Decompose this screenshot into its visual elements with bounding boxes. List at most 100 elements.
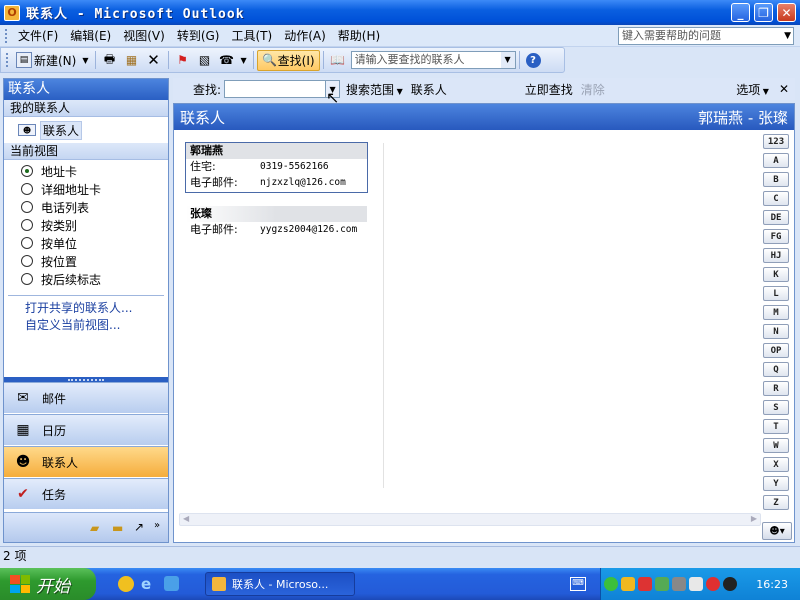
radio-icon[interactable] — [21, 201, 33, 213]
alphabet-index-button[interactable]: K — [763, 267, 789, 282]
alphabet-index-button[interactable]: L — [763, 286, 789, 301]
view-option-detailed-cards[interactable]: 详细地址卡 — [4, 180, 168, 198]
find-button[interactable]: 🔍 查找(I) — [256, 49, 320, 71]
dial-dropdown-button[interactable]: ▼ — [238, 50, 250, 70]
clock[interactable]: 16:23 — [756, 578, 788, 591]
alphabet-index-button[interactable]: Y — [763, 476, 789, 491]
contact-search-box[interactable]: 请输入要查找的联系人 ▼ — [350, 51, 516, 69]
print-button[interactable]: 🖶 — [99, 50, 121, 70]
volume-icon[interactable] — [723, 577, 737, 591]
tray-app-icon[interactable] — [706, 577, 720, 591]
view-option-by-location[interactable]: 按位置 — [4, 252, 168, 270]
alphabet-index-button[interactable]: B — [763, 172, 789, 187]
contact-card[interactable]: 郭瑞燕 住宅: 0319-5562166 电子邮件: njzxzlq@126.com — [185, 142, 368, 193]
alphabet-index-button[interactable]: Z — [763, 495, 789, 510]
contacts-folder-item[interactable]: ☻ 联系人 — [4, 117, 168, 143]
shortcuts-icon[interactable]: ↗ — [134, 520, 144, 534]
scroll-right-arrow-icon[interactable]: ▶ — [751, 514, 757, 523]
options-button[interactable]: 选项 ▼ — [736, 81, 769, 98]
start-button[interactable]: 开始 — [0, 568, 96, 600]
help-button[interactable]: ? — [523, 50, 544, 70]
radio-icon[interactable] — [21, 237, 33, 249]
alphabet-index-button[interactable]: R — [763, 381, 789, 396]
tray-app-icon[interactable] — [655, 577, 669, 591]
horizontal-scrollbar[interactable]: ◀ ▶ — [179, 513, 761, 526]
view-option-by-category[interactable]: 按类别 — [4, 216, 168, 234]
menu-view[interactable]: 视图(V) — [117, 26, 171, 46]
chevron-down-icon[interactable]: ▼ — [784, 28, 791, 44]
address-book-button[interactable]: 📖 — [327, 50, 349, 70]
restore-button[interactable]: ❐ — [754, 3, 773, 22]
minimize-button[interactable]: _ — [731, 3, 750, 22]
open-shared-contacts-link[interactable]: 打开共享的联系人... — [4, 300, 168, 317]
notes-icon[interactable]: ▰ — [90, 521, 99, 535]
keyboard-icon[interactable]: ⌨ — [570, 577, 586, 591]
configure-buttons-icon[interactable]: » — [154, 520, 160, 531]
alphabet-index-button[interactable]: W — [763, 438, 789, 453]
alphabet-index-button[interactable]: N — [763, 324, 789, 339]
letter-button[interactable]: ▧ — [194, 50, 216, 70]
close-button[interactable]: ✕ — [777, 3, 796, 22]
delete-button[interactable]: ✕ — [143, 50, 165, 70]
find-input[interactable]: ▼ — [224, 80, 341, 98]
alphabet-index-button[interactable]: A — [763, 153, 789, 168]
menu-tools[interactable]: 工具(T) — [225, 26, 278, 46]
alphabet-index-button[interactable]: C — [763, 191, 789, 206]
view-option-address-cards[interactable]: 地址卡 — [4, 162, 168, 180]
scroll-left-arrow-icon[interactable]: ◀ — [183, 514, 189, 523]
radio-icon[interactable] — [21, 183, 33, 195]
toolbar-grip[interactable] — [6, 53, 9, 67]
contact-card[interactable]: 张璨 电子邮件: yygzs2004@126.com — [185, 205, 368, 239]
view-option-by-follow-up[interactable]: 按后续标志 — [4, 270, 168, 288]
nav-button-tasks[interactable]: ✔ 任务 — [4, 478, 168, 509]
alphabet-index-button[interactable]: S — [763, 400, 789, 415]
menu-actions[interactable]: 动作(A) — [278, 26, 332, 46]
folder-list-icon[interactable]: ▬ — [112, 521, 123, 535]
tray-app-icon[interactable] — [621, 577, 635, 591]
dial-button[interactable]: ☎ — [216, 50, 238, 70]
address-book-options-button[interactable]: ☻▾ — [762, 522, 792, 540]
menu-go[interactable]: 转到(G) — [171, 26, 226, 46]
find-now-button[interactable]: 立即查找 — [525, 81, 573, 98]
media-player-icon[interactable] — [118, 576, 134, 592]
help-question-box[interactable]: 键入需要帮助的问题 ▼ — [618, 27, 794, 45]
alphabet-index-button[interactable]: T — [763, 419, 789, 434]
clear-button[interactable]: 清除 — [581, 81, 605, 98]
alphabet-index-button[interactable]: FG — [763, 229, 789, 244]
alphabet-index-button[interactable]: Q — [763, 362, 789, 377]
taskbar-outlook-button[interactable]: 联系人 - Microso... — [205, 572, 355, 596]
view-option-phone-list[interactable]: 电话列表 — [4, 198, 168, 216]
close-find-bar-button[interactable]: ✕ — [779, 82, 789, 96]
tray-app-icon[interactable] — [604, 577, 618, 591]
nav-button-contacts[interactable]: ☻ 联系人 — [4, 446, 168, 477]
radio-icon[interactable] — [21, 255, 33, 267]
nav-button-mail[interactable]: ✉ 邮件 — [4, 382, 168, 413]
search-scope-dropdown[interactable]: 搜索范围 ▼ — [346, 81, 403, 98]
alphabet-index-button[interactable]: X — [763, 457, 789, 472]
tray-app-icon[interactable] — [638, 577, 652, 591]
menu-file[interactable]: 文件(F) — [12, 26, 64, 46]
chevron-down-icon[interactable]: ▼ — [500, 52, 515, 68]
tray-app-icon[interactable] — [689, 577, 703, 591]
view-option-by-company[interactable]: 按单位 — [4, 234, 168, 252]
move-to-folder-button[interactable]: ▦ — [121, 50, 143, 70]
customize-view-link[interactable]: 自定义当前视图... — [4, 317, 168, 334]
quick-launch-icon[interactable] — [164, 576, 179, 591]
menu-help[interactable]: 帮助(H) — [332, 26, 386, 46]
alphabet-index-button[interactable]: DE — [763, 210, 789, 225]
follow-up-button[interactable]: ⚑ — [172, 50, 194, 70]
radio-icon[interactable] — [21, 219, 33, 231]
alphabet-index-button[interactable]: M — [763, 305, 789, 320]
my-contacts-section-title[interactable]: 我的联系人 — [4, 100, 168, 117]
alphabet-index-button[interactable]: 123 — [763, 134, 789, 149]
menu-grip[interactable] — [5, 28, 8, 43]
alphabet-index-button[interactable]: OP — [763, 343, 789, 358]
new-button[interactable]: ▤ 新建(N) — [13, 50, 79, 70]
menu-edit[interactable]: 编辑(E) — [64, 26, 117, 46]
tray-app-icon[interactable] — [672, 577, 686, 591]
current-view-section-title[interactable]: 当前视图 — [4, 143, 168, 160]
new-dropdown-button[interactable]: ▼ — [79, 50, 91, 70]
nav-button-calendar[interactable]: ▦ 日历 — [4, 414, 168, 445]
radio-selected-icon[interactable] — [21, 165, 33, 177]
outlook-app-icon[interactable]: O — [4, 4, 20, 21]
